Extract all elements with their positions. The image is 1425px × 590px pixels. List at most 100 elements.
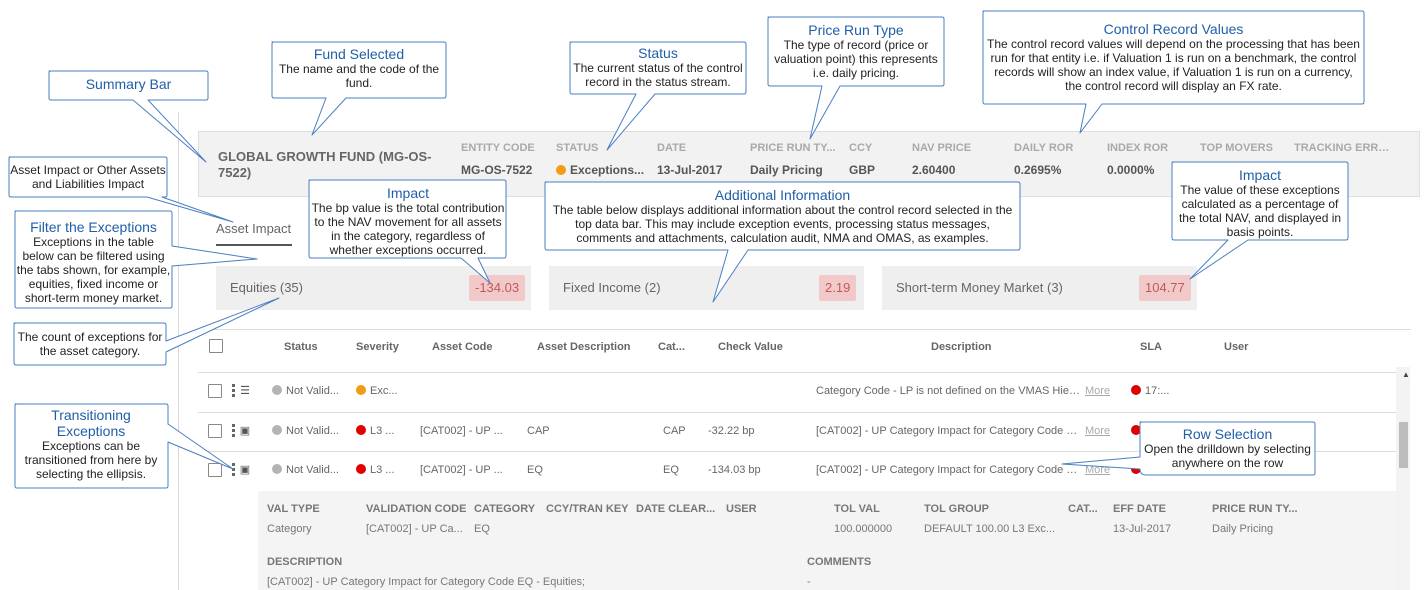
drilldown-label: TOL VAL <box>834 503 880 515</box>
table-row[interactable]: ☰ Not Valid... Exc... Category Code - LP… <box>198 372 1396 411</box>
divider <box>198 329 1411 330</box>
summary-label: PRICE RUN TY... <box>750 142 836 154</box>
summary-value: MG-OS-7522 <box>461 163 533 177</box>
callout-body: The count of exceptions for the asset ca… <box>17 330 163 358</box>
category-card-equities[interactable]: Equities (35) -134.03 <box>216 266 531 310</box>
drilldown-value: [CAT002] - UP Ca... <box>366 523 463 535</box>
drilldown-value: 13-Jul-2017 <box>1113 523 1172 535</box>
scroll-up-arrow-icon[interactable]: ▲ <box>1402 370 1410 379</box>
column-header-category[interactable]: Cat... <box>658 341 685 353</box>
column-header-check-value[interactable]: Check Value <box>718 341 783 353</box>
callout-title: Impact <box>386 185 429 201</box>
summary-value: 2.60400 <box>912 163 956 177</box>
row-check-value: -32.22 bp <box>708 425 755 437</box>
row-sla: 17:... <box>1131 385 1191 397</box>
drilldown-value: DEFAULT 100.00 L3 Exc... <box>924 523 1056 535</box>
callout-title: Status <box>638 45 678 61</box>
fund-name: GLOBAL GROWTH FUND (MG-OS-7522) <box>218 149 432 180</box>
cube-icon: ▣ <box>239 425 251 437</box>
summary-value: GBP <box>849 163 876 177</box>
left-divider <box>178 112 179 590</box>
row-severity-text: L3 ... <box>370 425 395 437</box>
column-header-description[interactable]: Description <box>931 341 992 353</box>
callout-body: The bp value is the total contribution t… <box>311 201 505 257</box>
control-record-screen: GLOBAL GROWTH FUND (MG-OS-7522) ENTITY C… <box>0 0 1425 590</box>
drilldown-label: USER <box>726 503 757 515</box>
category-card-fixed-income[interactable]: Fixed Income (2) 2.19 <box>549 266 864 310</box>
column-header-status[interactable]: Status <box>284 341 318 353</box>
status-dot-icon <box>272 425 282 435</box>
row-more-link[interactable]: More <box>1085 385 1115 397</box>
row-checkbox[interactable] <box>208 424 222 438</box>
callout-price-run-type: Price Run Type The type of record (price… <box>773 22 939 80</box>
callout-count: The count of exceptions for the asset ca… <box>15 330 165 358</box>
callout-control-record: Control Record Values The control record… <box>985 21 1362 93</box>
category-name: Short-term Money Market (3) <box>896 280 1063 295</box>
select-all-checkbox[interactable] <box>209 339 223 353</box>
drilldown-label: VAL TYPE <box>267 503 320 515</box>
row-drilldown-panel: VAL TYPE Category VALIDATION CODE [CAT00… <box>258 491 1396 590</box>
row-more-link[interactable]: More <box>1085 425 1115 437</box>
scrollbar-thumb[interactable] <box>1399 422 1408 468</box>
callout-body: The value of these exceptions calculated… <box>1178 183 1342 239</box>
drilldown-value: 100.000000 <box>834 523 893 535</box>
row-status-text: Not Valid... <box>286 425 339 437</box>
category-card-money-market[interactable]: Short-term Money Market (3) 104.77 <box>882 266 1197 310</box>
row-more-link[interactable]: More <box>1085 464 1115 476</box>
callout-title: Control Record Values <box>1103 21 1244 37</box>
callout-status: Status The current status of the control… <box>570 45 746 89</box>
callout-title: Impact <box>1238 167 1281 183</box>
summary-price-run-type: PRICE RUN TY... Daily Pricing <box>750 142 842 177</box>
summary-value: Daily Pricing <box>750 163 823 177</box>
callout-additional-info: Additional Information The table below d… <box>546 187 1019 245</box>
row-asset-description: EQ <box>527 464 543 476</box>
row-checkbox[interactable] <box>208 463 222 477</box>
row-severity-text: L3 ... <box>370 464 395 476</box>
callout-body: The control record values will depend on… <box>987 37 1360 93</box>
tab-asset-impact[interactable]: Asset Impact <box>216 221 291 236</box>
row-severity: L3 ... <box>356 464 416 476</box>
tab-active-underline <box>216 244 292 246</box>
row-checkbox[interactable] <box>208 384 222 398</box>
column-header-sla[interactable]: SLA <box>1140 341 1162 353</box>
table-scrollbar[interactable] <box>1396 367 1410 590</box>
summary-ccy: CCY GBP <box>849 142 899 177</box>
summary-daily-ror: DAILY ROR 0.2695% <box>1014 142 1098 177</box>
callout-summary-bar: Summary Bar <box>49 76 208 92</box>
callout-title: Filter the Exceptions <box>30 219 157 235</box>
column-header-asset-description[interactable]: Asset Description <box>537 341 631 353</box>
row-status-text: Not Valid... <box>286 385 339 397</box>
callout-body: Exceptions in the table below can be fil… <box>16 235 171 305</box>
callout-body: The table below displays additional info… <box>552 203 1013 245</box>
column-header-severity[interactable]: Severity <box>356 341 399 353</box>
summary-value: 13-Jul-2017 <box>657 163 723 177</box>
summary-tracking-error: TRACKING ERROR <box>1294 142 1394 163</box>
drilldown-value: Category <box>267 523 312 535</box>
row-ellipsis-menu[interactable] <box>232 463 235 478</box>
row-description: Category Code - LP is not defined on the… <box>816 385 1082 397</box>
row-category: EQ <box>663 464 679 476</box>
category-impact-badge: -134.03 <box>469 275 526 301</box>
summary-label: TOP MOVERS <box>1200 142 1273 154</box>
callout-body: Exceptions can be transitioned from here… <box>24 439 158 481</box>
drilldown-description-value: [CAT002] - UP Category Impact for Catego… <box>267 576 586 588</box>
sla-dot-icon <box>1131 425 1141 435</box>
row-ellipsis-menu[interactable] <box>232 384 235 399</box>
summary-label: CCY <box>849 142 873 154</box>
summary-status: STATUS Exceptions... <box>556 142 648 177</box>
row-ellipsis-menu[interactable] <box>232 424 235 439</box>
column-header-asset-code[interactable]: Asset Code <box>432 341 493 353</box>
status-dot-icon <box>556 165 566 175</box>
callout-body: The current status of the control record… <box>573 61 743 89</box>
callout-fund-selected: Fund Selected The name and the code of t… <box>272 46 446 90</box>
status-dot-icon <box>272 464 282 474</box>
drilldown-description-label: DESCRIPTION <box>267 556 343 568</box>
row-status: Not Valid... <box>272 425 348 437</box>
summary-nav-price: NAV PRICE 2.60400 <box>912 142 996 177</box>
drilldown-label: CAT... <box>1068 503 1098 515</box>
callout-impact-left: Impact The bp value is the total contrib… <box>311 185 505 257</box>
status-dot-icon <box>272 385 282 395</box>
severity-dot-icon <box>356 425 366 435</box>
column-header-user[interactable]: User <box>1224 341 1248 353</box>
summary-label: STATUS <box>556 142 599 154</box>
